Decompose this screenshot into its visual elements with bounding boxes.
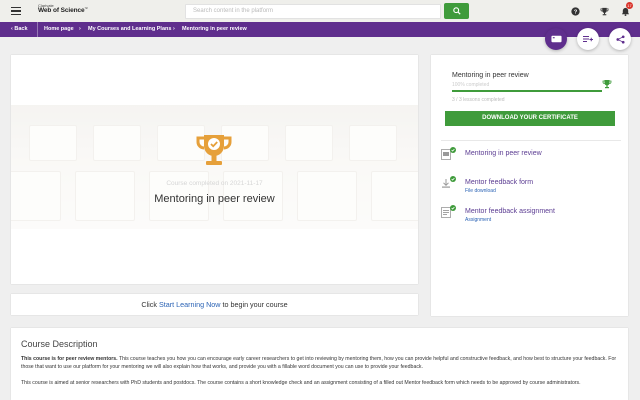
help-button[interactable]: ? <box>570 6 580 16</box>
breadcrumb: ‹ Back Home page › My Courses and Learni… <box>0 22 640 37</box>
breadcrumb-current: Mentoring in peer review <box>182 26 247 32</box>
logo-trademark: ™ <box>84 7 89 11</box>
top-bar: Clarivate Web of Science™ Search content… <box>0 0 640 22</box>
download-certificate-button[interactable]: DOWNLOAD YOUR CERTIFICATE <box>445 111 615 126</box>
svg-text:?: ? <box>573 9 577 15</box>
check-circle-icon <box>450 205 456 211</box>
description-heading: Course Description <box>21 339 98 349</box>
logo-product: Web of Science™ <box>38 7 89 14</box>
lesson-item-assignment[interactable]: Mentor feedback assignment Assignment <box>441 205 621 227</box>
playlist-add-icon <box>583 35 593 42</box>
divider <box>37 22 38 37</box>
back-label: Back <box>14 26 28 32</box>
course-description: Course Description This course is for pe… <box>11 328 628 400</box>
search-icon <box>452 7 461 15</box>
lessons-completed: 3 / 3 lessons completed <box>452 97 505 103</box>
lesson-type: File download <box>465 188 496 194</box>
video-button[interactable] <box>545 28 567 50</box>
back-button[interactable]: ‹ Back <box>11 26 28 32</box>
share-icon <box>615 34 625 44</box>
panel-course-title: Mentoring in peer review <box>452 72 529 79</box>
logo[interactable]: Clarivate Web of Science™ <box>38 4 88 15</box>
video-icon <box>550 35 562 43</box>
start-suffix: to begin your course <box>222 300 288 309</box>
breadcrumb-home[interactable]: Home page <box>44 26 74 32</box>
trophy-icon <box>196 135 232 165</box>
help-icon: ? <box>570 6 580 16</box>
trophy-icon <box>600 7 608 15</box>
check-circle-icon <box>450 147 456 153</box>
completion-date: Course completed on 2021-11-17 <box>166 180 263 187</box>
course-progress-panel: Mentoring in peer review 100% completed … <box>431 55 628 316</box>
lesson-item-file[interactable]: Mentor feedback form File download <box>441 176 621 198</box>
search-input[interactable]: Search content in the platform <box>185 4 441 19</box>
lesson-type: Assignment <box>465 217 492 223</box>
course-hero: Course completed on 2021-11-17 Mentoring… <box>11 55 418 284</box>
description-paragraph: This course is aimed at senior researche… <box>21 380 581 386</box>
progress-bar <box>452 90 602 92</box>
divider <box>441 140 621 141</box>
chevron-right-icon: › <box>79 26 81 32</box>
check-circle-icon <box>450 176 456 182</box>
search-button[interactable] <box>444 3 469 19</box>
menu-icon[interactable] <box>11 7 21 16</box>
notification-badge: 17 <box>626 2 633 9</box>
lesson-name: Mentoring in peer review <box>465 150 542 157</box>
progress-percent: 100% completed <box>452 82 490 88</box>
breadcrumb-my-courses[interactable]: My Courses and Learning Plans <box>88 26 171 32</box>
description-lead: This course is for peer review mentors. <box>21 356 118 362</box>
start-prefix: Click <box>141 300 157 309</box>
description-paragraph: This course is for peer review mentors. … <box>21 356 621 372</box>
lesson-item-video[interactable]: Mentoring in peer review <box>441 147 621 169</box>
lesson-name: Mentor feedback assignment <box>465 208 555 215</box>
lesson-name: Mentor feedback form <box>465 179 534 186</box>
start-learning-bar: Click Start Learning Now to begin your c… <box>11 294 418 315</box>
course-title: Mentoring in peer review <box>154 193 275 205</box>
trophy-icon <box>602 80 612 89</box>
start-learning-link[interactable]: Start Learning Now <box>159 300 221 309</box>
playlist-button[interactable] <box>577 28 599 50</box>
chevron-right-icon: › <box>173 26 175 32</box>
achievements-button[interactable] <box>599 6 609 16</box>
share-button[interactable] <box>609 28 631 50</box>
